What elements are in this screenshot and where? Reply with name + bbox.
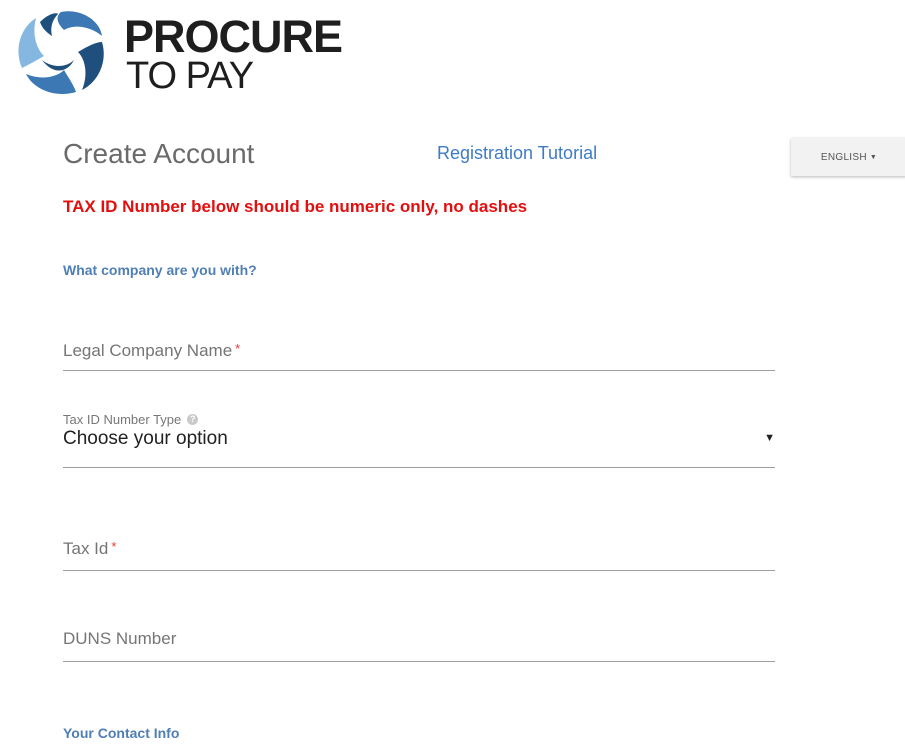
caret-down-icon: ▼ [869, 153, 878, 161]
section-company-heading: What company are you with? [63, 262, 257, 278]
legal-company-name-label-text: Legal Company Name [63, 341, 233, 360]
required-marker: * [111, 539, 117, 554]
tax-id-label: Tax Id * [63, 539, 116, 559]
duns-number-label: DUNS Number [63, 629, 177, 648]
tax-id-type-value: Choose your option [63, 428, 228, 449]
logo-mark-icon [18, 11, 104, 94]
language-label: ENGLISH [820, 151, 867, 163]
page-title: Create Account [63, 138, 255, 169]
procure-to-pay-logo: PROCURE TO PAY [12, 6, 372, 96]
duns-number-field[interactable]: DUNS Number [63, 622, 775, 662]
legal-company-name-field[interactable]: Legal Company Name * [63, 334, 775, 371]
section-contact-heading: Your Contact Info [63, 725, 180, 741]
help-icon[interactable]: ? [187, 414, 199, 425]
tax-id-label-text: Tax Id [63, 539, 109, 558]
select-caret-icon[interactable]: ▼ [764, 432, 775, 444]
logo-text-to-pay: TO PAY [126, 55, 254, 97]
tax-id-field[interactable]: Tax Id * [63, 530, 775, 571]
language-dropdown-button[interactable]: ENGLISH ▼ [791, 138, 905, 176]
registration-tutorial-link[interactable]: Registration Tutorial [437, 143, 597, 164]
logo-text-procure: PROCURE [124, 11, 343, 62]
tax-id-type-select[interactable]: Tax ID Number Type ? Choose your option … [63, 412, 775, 468]
tax-id-warning: TAX ID Number below should be numeric on… [63, 197, 528, 216]
tax-id-type-label-text: Tax ID Number Type [63, 412, 182, 427]
required-marker: * [235, 341, 241, 356]
tax-id-type-label: Tax ID Number Type ? [63, 412, 199, 427]
legal-company-name-label: Legal Company Name * [63, 341, 240, 361]
